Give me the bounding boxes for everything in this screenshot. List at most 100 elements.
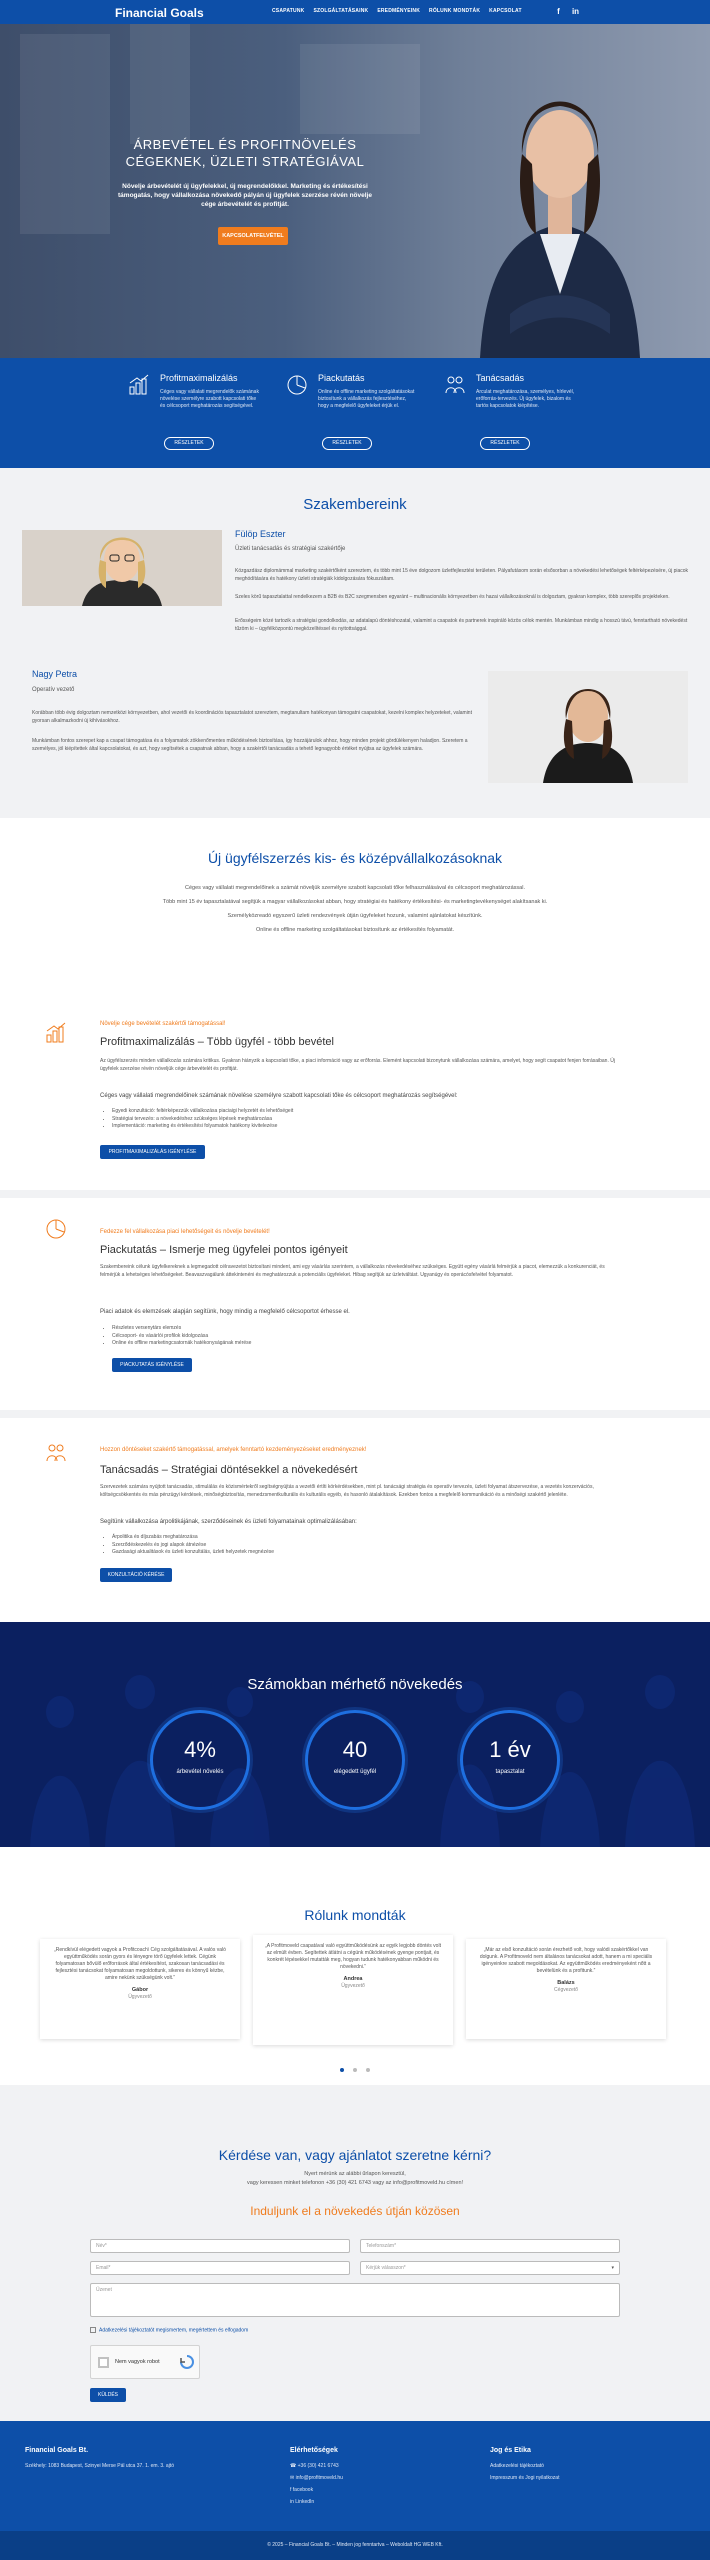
consultation-request-button[interactable]: KONZULTÁCIÓ KÉRÉSE — [100, 1568, 172, 1582]
services-strip: Profitmaximalizálás Céges vagy vállalati… — [0, 358, 710, 468]
feature-text: Az ügyfélszerzés minden vállalkozás szám… — [100, 1058, 615, 1072]
service-profit: Profitmaximalizálás Céges vagy vállalati… — [128, 372, 259, 410]
intro-section: Új ügyfélszerzés kis- és középvállalkozá… — [0, 818, 710, 980]
hero-text: Növelje árbevételét új ügyfelekkel, új m… — [118, 183, 372, 208]
testimonial-quote: „A Profitmoveld csapatával való együttmű… — [265, 1943, 441, 1970]
stat-value: 40 — [342, 1737, 368, 1762]
brand-logo[interactable]: Financial Goals — [115, 4, 204, 22]
people-icon — [445, 376, 465, 394]
service-details-button[interactable]: RÉSZLETEK — [480, 437, 530, 450]
feature-kicker: Hozzon döntéseket szakértő támogatással,… — [100, 1447, 367, 1453]
nav-item-results[interactable]: EREDMÉNYEINK — [377, 8, 420, 16]
facebook-icon[interactable]: f — [554, 7, 563, 16]
team-title: Szakembereink — [303, 496, 407, 513]
footer-imprint-link[interactable]: Impresszum és Jogi nyilatkozat — [490, 2475, 559, 2483]
contact-cta-button[interactable]: KAPCSOLATFELVÉTEL — [218, 227, 288, 245]
list-item: Szerződéskezelés és jogi alapok átnézése — [112, 1542, 274, 1550]
footer-company: Financial Goals Bt. — [25, 2447, 89, 2454]
person-bio: Erősségeim közé tartozik a stratégiai go… — [235, 618, 688, 632]
list-item: Online és offline marketingcsatornák hat… — [112, 1340, 251, 1348]
feature-list: Árpolitika és díjszabás meghatározása Sz… — [112, 1534, 274, 1557]
nav-item-team[interactable]: CSAPATUNK — [272, 8, 304, 16]
footer-email[interactable]: ✉ info@profitmoveld.hu — [290, 2475, 343, 2483]
email-field[interactable]: Email* — [90, 2261, 350, 2275]
list-item: Egyedi konzultáció: feltérképezzük válla… — [112, 1108, 293, 1116]
person-bio: Közgazdász diplomámmal marketing szakért… — [235, 568, 689, 582]
hero-bg-window — [130, 24, 190, 144]
service-title: Tanácsadás — [476, 373, 525, 383]
stat-label: elégedett ügyfél — [333, 1769, 377, 1775]
person-role: Operatív vezető — [32, 687, 75, 693]
list-item: Implementáció: marketing és értékesítési… — [112, 1123, 293, 1131]
footer-facebook[interactable]: f facebook — [290, 2487, 313, 2495]
pie-chart-icon — [287, 375, 307, 395]
hero-title: ÁRBEVÉTEL ÉS PROFITNÖVELÉS CÉGEKNEK, ÜZL… — [125, 137, 365, 169]
social-links: f in — [554, 7, 580, 16]
testimonial-quote: „Már az első konzultáció során érezhető … — [479, 1947, 653, 1974]
profit-request-button[interactable]: PROFITMAXIMALIZÁLÁS IGÉNYLÉSE — [100, 1145, 205, 1159]
person-bio: Korábban több évig dolgoztam nemzetközi … — [32, 710, 472, 724]
privacy-label: Adatkezelési tájékoztatót megismertem, m… — [99, 2327, 249, 2334]
service-details-button[interactable]: RÉSZLETEK — [322, 437, 372, 450]
footer-facebook-text: facebook — [292, 2487, 314, 2493]
testimonial-author: Gábor — [131, 1987, 149, 1993]
feature-title: Profitmaximalizálás – Több ügyfél - több… — [100, 1036, 334, 1048]
chart-icon — [129, 374, 149, 395]
research-request-button[interactable]: PIACKUTATÁS IGÉNYLÉSE — [112, 1358, 192, 1372]
topic-select-value: Kérjük válasszon* — [366, 2265, 406, 2271]
service-text: Céges vagy vállalati megrendelők számána… — [160, 388, 259, 409]
linkedin-icon[interactable]: in — [571, 7, 580, 16]
hero-bg-window — [300, 44, 420, 134]
recaptcha-checkbox[interactable] — [98, 2357, 109, 2368]
feature-subtext: Piaci adatok és elemzések alapján segítü… — [100, 1309, 350, 1315]
feature-consulting: Hozzon döntéseket szakértő támogatással,… — [0, 1418, 710, 1622]
footer-linkedin-text: LinkedIn — [295, 2499, 315, 2505]
contact-subtitle: Nyert mérünk az alábbi űrlapon keresztül… — [304, 2171, 406, 2177]
carousel-dot[interactable] — [340, 2068, 344, 2072]
message-field[interactable]: Üzenet — [90, 2283, 620, 2317]
carousel-dot[interactable] — [366, 2068, 370, 2072]
stat-label: tapasztalat — [495, 1769, 525, 1775]
testimonial-author: Andrea — [343, 1976, 363, 1982]
footer-phone[interactable]: ☎ +36 (30) 421 6743 — [290, 2463, 339, 2471]
footer-privacy-link[interactable]: Adatkezelési tájékoztató — [490, 2463, 544, 2471]
testimonials-section: Rólunk mondták „Rendkívül elégedett vagy… — [0, 1847, 710, 2085]
footer-linkedin[interactable]: in LinkedIn — [290, 2499, 314, 2507]
testimonial-role: Ügyvezető — [128, 1994, 152, 2001]
phone-icon: ☎ — [290, 2463, 298, 2469]
service-consulting: Tanácsadás Arculat meghatározása, személ… — [444, 372, 574, 410]
name-field[interactable]: Név* — [90, 2239, 350, 2253]
intro-line: Személyközreadó egyszerű üzleti rendezvé… — [227, 913, 483, 919]
service-text: Arculat meghatározása, személyes, hírlev… — [476, 388, 575, 409]
phone-field[interactable]: Telefonszám* — [360, 2239, 620, 2253]
feature-profit: Növelje cége bevételét szakértői támogat… — [0, 980, 710, 1190]
person-bio: Szeles körű tapasztalattal rendelkezem a… — [235, 594, 670, 600]
feature-kicker: Fedezze fel vállalkozása piaci lehetőség… — [100, 1229, 270, 1235]
hero-section: ÁRBEVÉTEL ÉS PROFITNÖVELÉS CÉGEKNEK, ÜZL… — [0, 24, 710, 358]
intro-title: Új ügyfélszerzés kis- és középvállalkozá… — [207, 850, 503, 866]
chart-icon — [46, 1022, 66, 1043]
feature-list: Részletes versenytárs elemzés Célcsoport… — [112, 1325, 251, 1348]
nav-item-contact[interactable]: KAPCSOLAT — [489, 8, 522, 16]
intro-line: Céges vagy vállalati megrendelőinek a sz… — [185, 885, 525, 891]
service-details-button[interactable]: RÉSZLETEK — [164, 437, 214, 450]
nav-item-testimonials[interactable]: RÓLUNK MONDTÁK — [429, 8, 480, 16]
testimonial-card: „Már az első konzultáció során érezhető … — [466, 1939, 666, 2039]
recaptcha-label: Nem vagyok robot — [115, 2359, 160, 2365]
submit-button[interactable]: KÜLDÉS — [90, 2388, 126, 2402]
footer-legal-title: Jog és Etika — [490, 2447, 531, 2454]
intro-line: Online és offline marketing szolgáltatás… — [256, 927, 454, 933]
feature-text: Szakembereink célunk ügyfelkereknek a le… — [100, 1264, 605, 1278]
feature-title: Tanácsadás – Stratégiai döntésekkel a nö… — [100, 1464, 358, 1476]
privacy-checkbox[interactable] — [90, 2327, 96, 2333]
carousel-dot[interactable] — [353, 2068, 357, 2072]
nav-item-services[interactable]: SZOLGÁLTATÁSAINK — [313, 8, 368, 16]
person-photo-eszter — [22, 530, 222, 606]
testimonial-role: Cégvezető — [554, 1987, 578, 1994]
privacy-consent[interactable]: Adatkezelési tájékoztatót megismertem, m… — [90, 2327, 248, 2335]
topic-select[interactable]: Kérjük válasszon* ▾ — [360, 2261, 620, 2275]
testimonial-card: „Rendkívül elégedett vagyok a Profitcoac… — [40, 1939, 240, 2039]
testimonial-role: Ügyvezető — [341, 1983, 365, 1990]
list-item: Gazdasági aktualitások és üzleti konzult… — [112, 1549, 274, 1557]
testimonial-card: „A Profitmoveld csapatával való együttmű… — [253, 1935, 453, 2045]
